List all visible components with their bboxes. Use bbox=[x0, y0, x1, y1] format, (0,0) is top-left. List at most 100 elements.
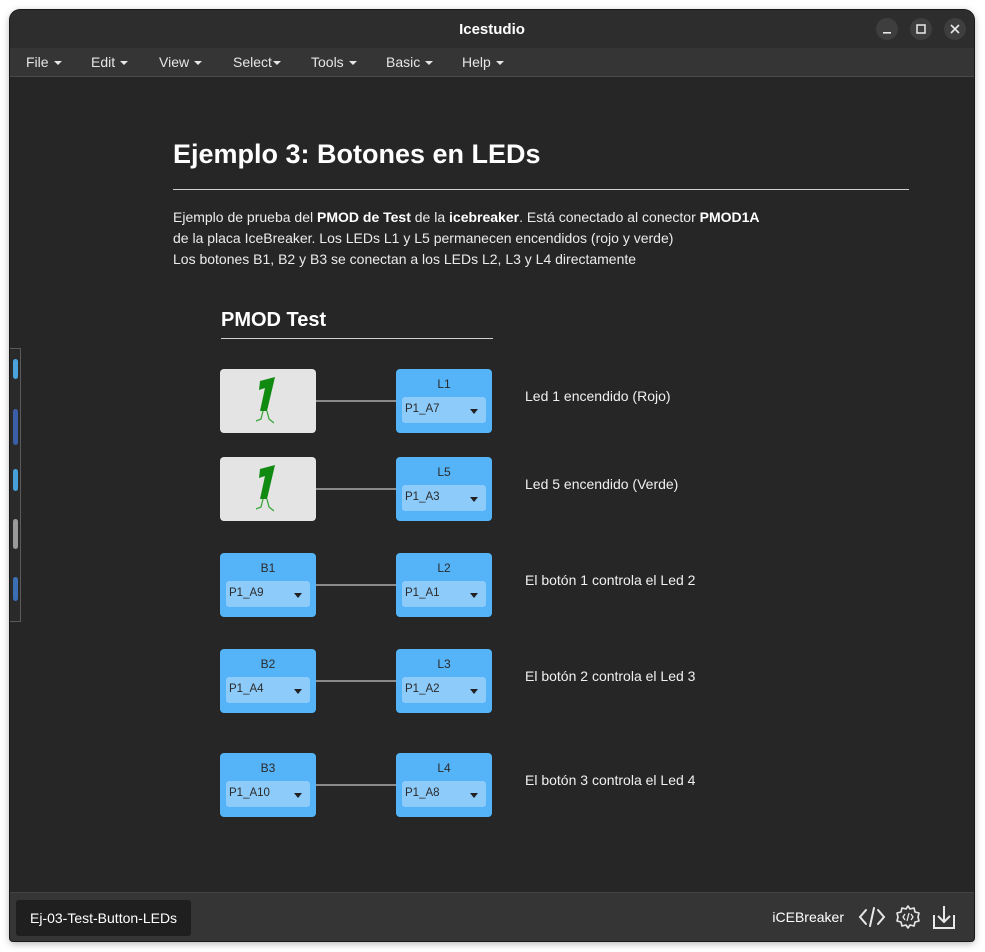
menu-tools[interactable]: Tools bbox=[311, 54, 357, 70]
desc-text: . Está conectado al conector bbox=[519, 209, 700, 225]
menu-basic-label: Basic bbox=[386, 54, 421, 70]
dock-item[interactable] bbox=[13, 409, 18, 445]
dropdown-arrow-icon bbox=[470, 409, 478, 414]
wire[interactable] bbox=[316, 784, 396, 786]
verify-gear-icon[interactable] bbox=[894, 903, 922, 931]
board-name[interactable]: iCEBreaker bbox=[772, 909, 844, 925]
chevron-down-icon bbox=[53, 61, 62, 66]
dock-item[interactable] bbox=[13, 469, 18, 491]
output-block-L5[interactable]: L5 P1_A3 bbox=[396, 457, 492, 521]
close-button[interactable] bbox=[944, 18, 966, 40]
output-block-L2[interactable]: L2 P1_A1 bbox=[396, 553, 492, 617]
constant-one-block[interactable] bbox=[220, 457, 316, 521]
chevron-down-icon bbox=[194, 61, 203, 66]
block-label: L1 bbox=[437, 377, 451, 391]
constant-one-icon bbox=[255, 377, 275, 424]
desc-bold-pmod: PMOD de Test bbox=[317, 209, 411, 225]
side-dock[interactable] bbox=[10, 348, 21, 622]
code-icon[interactable] bbox=[858, 903, 886, 931]
pin-value: P1_A2 bbox=[405, 683, 440, 695]
wire[interactable] bbox=[316, 400, 396, 402]
dropdown-arrow-icon bbox=[294, 593, 302, 598]
constant-one-icon bbox=[255, 465, 275, 512]
minimize-button[interactable] bbox=[876, 18, 898, 40]
dropdown-arrow-icon bbox=[470, 497, 478, 502]
dock-item[interactable] bbox=[13, 577, 18, 601]
description-text: Ejemplo de prueba del PMOD de Test de la… bbox=[173, 207, 760, 270]
app-window: Icestudio File Edit View Select Tools Ba… bbox=[10, 10, 974, 941]
comment-led5: Led 5 encendido (Verde) bbox=[525, 476, 679, 492]
description-line-2: de la placa IceBreaker. Los LEDs L1 y L5… bbox=[173, 230, 674, 246]
output-block-L3[interactable]: L3 P1_A2 bbox=[396, 649, 492, 713]
menu-edit-label: Edit bbox=[91, 54, 116, 70]
wire[interactable] bbox=[316, 680, 396, 682]
block-label: B1 bbox=[260, 561, 276, 575]
desc-text: de la bbox=[410, 209, 450, 225]
block-label: L2 bbox=[437, 561, 451, 575]
dropdown-arrow-icon bbox=[470, 689, 478, 694]
block-label: L3 bbox=[437, 657, 451, 671]
description-line-3: Los botones B1, B2 y B3 se conectan a lo… bbox=[173, 251, 637, 267]
dropdown-arrow-icon bbox=[294, 793, 302, 798]
upload-icon[interactable] bbox=[930, 903, 958, 931]
dock-item[interactable] bbox=[13, 519, 18, 549]
output-block-L1[interactable]: L1 P1_A7 bbox=[396, 369, 492, 433]
block-label: B2 bbox=[260, 657, 276, 671]
pin-value: P1_A1 bbox=[405, 587, 440, 599]
menu-edit[interactable]: Edit bbox=[91, 54, 129, 70]
constant-one-block[interactable] bbox=[220, 369, 316, 433]
pin-value: P1_A10 bbox=[229, 787, 270, 799]
pin-select[interactable]: P1_A3 bbox=[402, 485, 486, 511]
file-tab[interactable]: Ej-03-Test-Button-LEDs bbox=[16, 900, 192, 936]
block-label: L4 bbox=[437, 761, 451, 775]
input-block-B1[interactable]: B1 P1_A9 bbox=[220, 553, 316, 617]
input-block-B3[interactable]: B3 P1_A10 bbox=[220, 753, 316, 817]
chevron-down-icon bbox=[272, 61, 281, 66]
menu-file-label: File bbox=[26, 54, 49, 70]
menu-help[interactable]: Help bbox=[462, 54, 504, 70]
maximize-button[interactable] bbox=[910, 18, 932, 40]
menu-view-label: View bbox=[159, 54, 190, 70]
comment-button1: El botón 1 controla el Led 2 bbox=[525, 572, 696, 588]
pin-select[interactable]: P1_A8 bbox=[402, 781, 486, 807]
title-bar: Icestudio bbox=[10, 10, 974, 48]
block-label: L5 bbox=[437, 465, 451, 479]
pin-value: P1_A7 bbox=[405, 403, 440, 415]
section-divider bbox=[221, 338, 493, 339]
block-label: B3 bbox=[260, 761, 276, 775]
menu-select[interactable]: Select bbox=[233, 54, 281, 70]
menu-file[interactable]: File bbox=[26, 54, 62, 70]
close-icon bbox=[950, 24, 960, 34]
dock-item[interactable] bbox=[13, 359, 18, 379]
pin-select[interactable]: P1_A10 bbox=[226, 781, 310, 807]
pin-select[interactable]: P1_A9 bbox=[226, 581, 310, 607]
menu-view[interactable]: View bbox=[159, 54, 203, 70]
input-block-B2[interactable]: B2 P1_A4 bbox=[220, 649, 316, 713]
menu-basic[interactable]: Basic bbox=[386, 54, 434, 70]
pin-select[interactable]: P1_A2 bbox=[402, 677, 486, 703]
chevron-down-icon bbox=[120, 61, 129, 66]
wire[interactable] bbox=[316, 488, 396, 490]
comment-button3: El botón 3 controla el Led 4 bbox=[525, 772, 696, 788]
desc-text: Ejemplo de prueba del bbox=[173, 209, 317, 225]
dropdown-arrow-icon bbox=[294, 689, 302, 694]
wire[interactable] bbox=[316, 584, 396, 586]
comment-button2: El botón 2 controla el Led 3 bbox=[525, 668, 696, 684]
menu-help-label: Help bbox=[462, 54, 491, 70]
pin-select[interactable]: P1_A1 bbox=[402, 581, 486, 607]
pin-select[interactable]: P1_A7 bbox=[402, 397, 486, 423]
pin-select[interactable]: P1_A4 bbox=[226, 677, 310, 703]
chevron-down-icon bbox=[425, 61, 434, 66]
pin-value: P1_A4 bbox=[229, 683, 264, 695]
chevron-down-icon bbox=[495, 61, 504, 66]
design-canvas[interactable]: Ejemplo 3: Botones en LEDs Ejemplo de pr… bbox=[10, 77, 974, 893]
desc-bold-board: icebreaker bbox=[449, 209, 520, 225]
title-divider bbox=[173, 189, 909, 190]
window-title: Icestudio bbox=[459, 21, 525, 38]
pin-value: P1_A9 bbox=[229, 587, 264, 599]
comment-led1: Led 1 encendido (Rojo) bbox=[525, 388, 671, 404]
desc-bold-connector: PMOD1A bbox=[699, 209, 760, 225]
output-block-L4[interactable]: L4 P1_A8 bbox=[396, 753, 492, 817]
description-line-1: Ejemplo de prueba del PMOD de Test de la… bbox=[173, 207, 760, 228]
dropdown-arrow-icon bbox=[470, 593, 478, 598]
